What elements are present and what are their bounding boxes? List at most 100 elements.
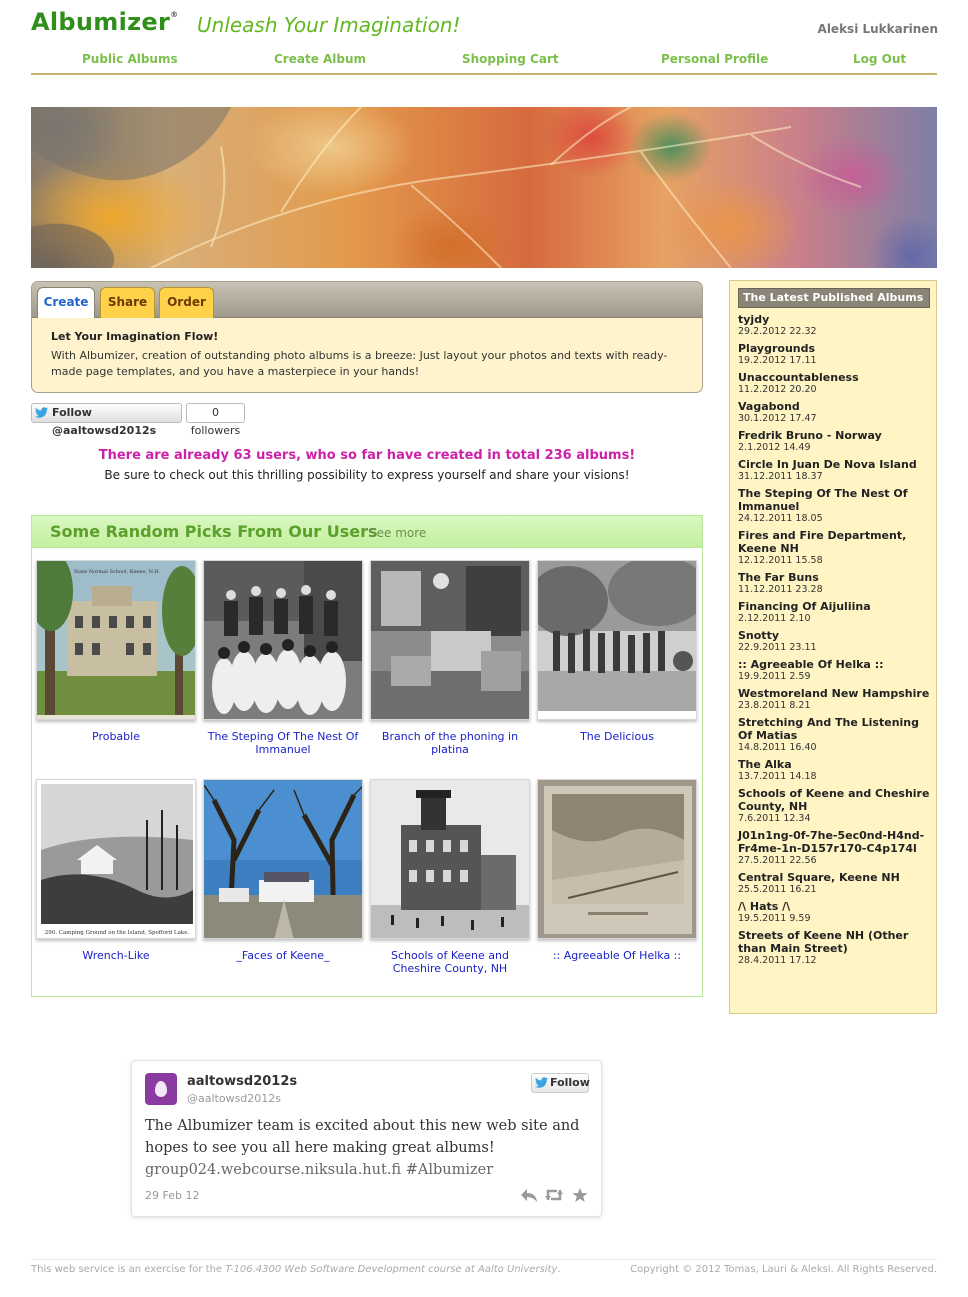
- album-link[interactable]: tyjdy: [738, 313, 930, 326]
- reply-icon[interactable]: [520, 1187, 538, 1206]
- site-slogan: Unleash Your Imagination!: [197, 13, 461, 37]
- retweet-icon[interactable]: [544, 1187, 564, 1206]
- list-item: The Far Buns 11.12.2011 23.28: [738, 571, 930, 596]
- registered-mark: ®: [170, 10, 179, 19]
- list-item: J01n1ng-0f-7he-5ec0nd-H4nd-Fr4me-1n-D157…: [738, 829, 930, 867]
- album-date: 28.4.2011 17.12: [738, 955, 817, 966]
- twitter-follow-label: Follow @aaltowsd2012s: [52, 406, 157, 437]
- album-pick-caption[interactable]: _Faces of Keene_: [203, 949, 363, 962]
- album-link[interactable]: Stretching And The Listening Of Matias: [738, 716, 930, 742]
- album-thumbnail[interactable]: [537, 560, 697, 720]
- tab-order[interactable]: Order: [159, 287, 214, 318]
- album-link[interactable]: Financing Of Aijuliina: [738, 600, 930, 613]
- album-date: 12.12.2011 15.58: [738, 555, 823, 566]
- main-nav: Public Albums Create Album Shopping Cart…: [31, 50, 937, 75]
- album-thumbnail[interactable]: State Normal School, Keene, N.H.: [36, 560, 196, 720]
- album-date: 2.1.2012 14.49: [738, 442, 811, 453]
- album-link[interactable]: Central Square, Keene NH: [738, 871, 930, 884]
- album-link[interactable]: Vagabond: [738, 400, 930, 413]
- followers-count[interactable]: 0 followers: [186, 403, 245, 437]
- album-link[interactable]: The Alka: [738, 758, 930, 771]
- album-date: 19.2.2012 17.11: [738, 355, 817, 366]
- album-link[interactable]: Schools of Keene and Cheshire County, NH: [738, 787, 930, 813]
- album-pick-caption[interactable]: Branch of the phoning in platina: [370, 730, 530, 756]
- twitter-follow-button[interactable]: Follow @aaltowsd2012s: [31, 403, 182, 437]
- stats-subtext: Be sure to check out this thrilling poss…: [104, 468, 630, 482]
- user-name[interactable]: Aleksi Lukkarinen: [818, 22, 938, 36]
- footer-course-link[interactable]: T-106.4300 Web Software Development cour…: [225, 1264, 557, 1275]
- album-thumbnail[interactable]: [370, 779, 530, 939]
- album-link[interactable]: Westmoreland New Hampshire: [738, 687, 930, 700]
- album-thumbnail[interactable]: [203, 560, 363, 720]
- album-thumbnail[interactable]: [370, 560, 530, 720]
- album-date: 2.12.2011 2.10: [738, 613, 811, 624]
- album-link[interactable]: Fires and Fire Department, Keene NH: [738, 529, 930, 555]
- header-banner-image: [31, 107, 937, 268]
- list-item: Snotty 22.9.2011 23.11: [738, 629, 930, 654]
- album-link[interactable]: Unaccountableness: [738, 371, 930, 384]
- album-link[interactable]: Playgrounds: [738, 342, 930, 355]
- tweet-message: The Albumizer team is excited about this…: [145, 1118, 580, 1156]
- nav-personal-profile[interactable]: Personal Profile: [661, 52, 768, 66]
- album-date: 11.2.2012 20.20: [738, 384, 817, 395]
- album-pick: Schools of Keene and Cheshire County, NH: [370, 779, 530, 975]
- album-link[interactable]: :: Agreeable Of Helka ::: [738, 658, 930, 671]
- footer-copyright: Copyright © 2012 Tomas, Lauri & Aleksi. …: [630, 1264, 937, 1275]
- album-link[interactable]: /\ Hats /\: [738, 900, 930, 913]
- album-date: 11.12.2011 23.28: [738, 584, 823, 595]
- site-logo[interactable]: Albumizer®: [31, 8, 178, 36]
- album-pick-caption[interactable]: Probable: [36, 730, 196, 743]
- random-picks-header: Some Random Picks From Our Users See mor…: [32, 516, 702, 548]
- nav-create-album[interactable]: Create Album: [274, 52, 366, 66]
- favorite-star-icon[interactable]: [572, 1187, 588, 1206]
- school-sign-text: State Normal School, Keene, N.H.: [74, 569, 161, 575]
- album-thumbnail[interactable]: 290. Camping Ground on the Island, Spoff…: [36, 779, 196, 939]
- album-link[interactable]: Circle In Juan De Nova Island: [738, 458, 930, 471]
- tweet-date[interactable]: 29 Feb 12: [145, 1189, 199, 1202]
- album-link[interactable]: J01n1ng-0f-7he-5ec0nd-H4nd-Fr4me-1n-D157…: [738, 829, 930, 855]
- tab-share[interactable]: Share: [100, 287, 155, 318]
- list-item: tyjdy 29.2.2012 22.32: [738, 313, 930, 338]
- album-pick-caption[interactable]: The Delicious: [537, 730, 697, 743]
- tweet-link[interactable]: group024.webcourse.niksula.hut.fi #Album…: [145, 1162, 493, 1178]
- latest-albums-sidebar: The Latest Published Albums tyjdy 29.2.20…: [729, 280, 937, 1014]
- logo-text: Albumizer: [31, 8, 171, 36]
- album-pick-caption[interactable]: :: Agreeable Of Helka ::: [537, 949, 697, 962]
- album-pick-caption[interactable]: Wrench-Like: [36, 949, 196, 962]
- album-pick-caption[interactable]: Schools of Keene and Cheshire County, NH: [370, 949, 530, 975]
- egg-icon: [155, 1081, 167, 1097]
- album-thumbnail[interactable]: [537, 779, 697, 939]
- album-pick: 290. Camping Ground on the Island, Spoff…: [36, 779, 196, 962]
- twitter-bird-icon: [535, 1077, 549, 1095]
- see-more-link[interactable]: See more: [369, 526, 426, 540]
- album-pick: The Steping Of The Nest Of Immanuel: [203, 560, 363, 756]
- avatar[interactable]: [145, 1073, 177, 1105]
- nav-public-albums[interactable]: Public Albums: [82, 52, 178, 66]
- tweet-author-name[interactable]: aaltowsd2012s: [187, 1074, 297, 1089]
- album-date: 25.5.2011 16.21: [738, 884, 817, 895]
- album-pick: Branch of the phoning in platina: [370, 560, 530, 756]
- sidebar-title: The Latest Published Albums: [738, 288, 930, 308]
- twitter-bird-icon: [35, 407, 49, 425]
- album-pick: The Delicious: [537, 560, 697, 743]
- tweet-follow-button[interactable]: Follow: [531, 1073, 590, 1095]
- nav-shopping-cart[interactable]: Shopping Cart: [462, 52, 559, 66]
- random-picks-title: Some Random Picks From Our Users: [50, 522, 378, 541]
- album-link[interactable]: The Steping Of The Nest Of Immanuel: [738, 487, 930, 513]
- album-link[interactable]: Fredrik Bruno - Norway: [738, 429, 930, 442]
- tweet-author-handle[interactable]: @aaltowsd2012s: [187, 1092, 281, 1105]
- album-link[interactable]: The Far Buns: [738, 571, 930, 584]
- leaf-veins: [31, 107, 862, 268]
- random-picks-panel: Some Random Picks From Our Users See mor…: [31, 515, 703, 997]
- album-link[interactable]: Streets of Keene NH (Other than Main Str…: [738, 929, 930, 955]
- nav-log-out[interactable]: Log Out: [853, 52, 906, 66]
- album-pick-caption[interactable]: The Steping Of The Nest Of Immanuel: [203, 730, 363, 756]
- tweet-follow-label: Follow: [550, 1076, 590, 1089]
- tab-create[interactable]: Create: [37, 287, 95, 318]
- album-link[interactable]: Snotty: [738, 629, 930, 642]
- album-date: 29.2.2012 22.32: [738, 326, 817, 337]
- list-item: Playgrounds 19.2.2012 17.11: [738, 342, 930, 367]
- album-date: 19.9.2011 2.59: [738, 671, 811, 682]
- album-thumbnail[interactable]: [203, 779, 363, 939]
- album-pick: _Faces of Keene_: [203, 779, 363, 962]
